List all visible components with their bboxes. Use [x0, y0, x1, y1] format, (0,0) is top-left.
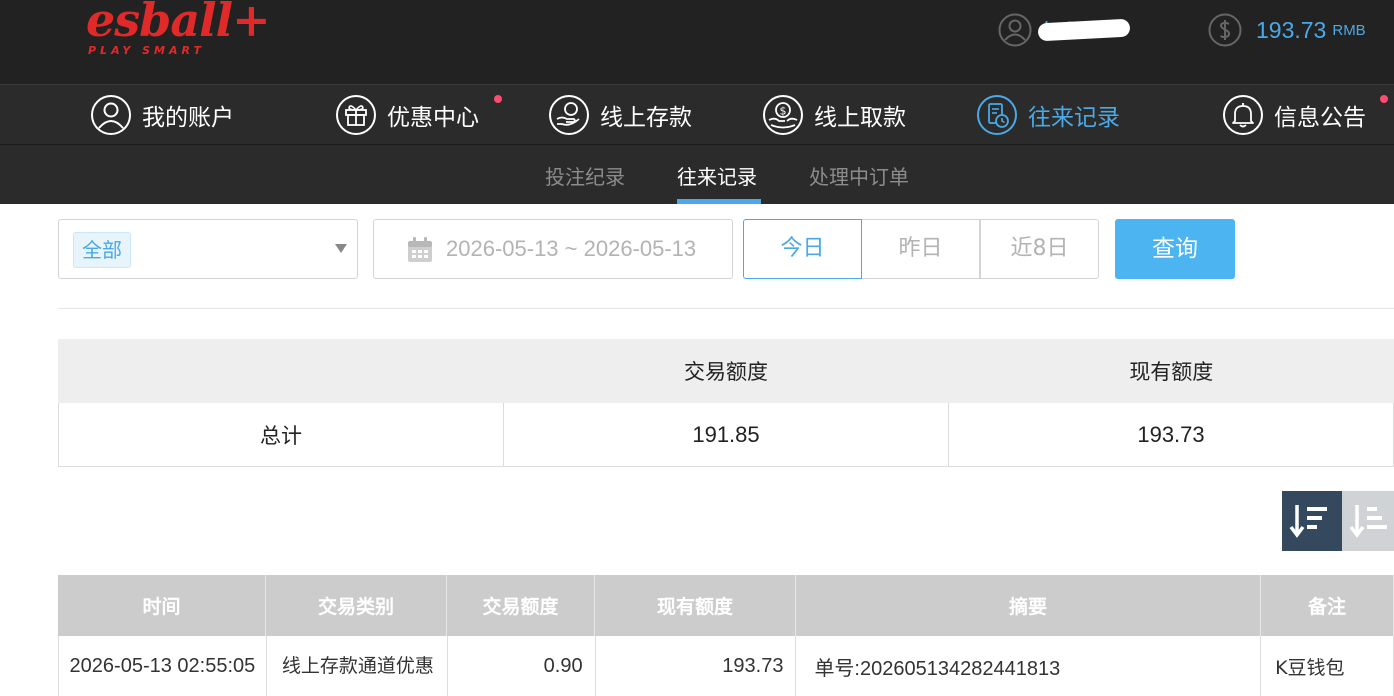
balance-currency: RMB	[1332, 21, 1366, 39]
user-account[interactable]: l··0990	[998, 12, 1131, 48]
caret-down-icon	[335, 244, 347, 253]
redaction-mark	[1037, 18, 1131, 42]
today-button[interactable]: 今日	[743, 219, 862, 279]
nav-label: 往来记录	[1028, 105, 1120, 131]
tab-transaction-records[interactable]: 往来记录	[677, 161, 757, 190]
records-table: 时间 交易类别 交易额度 现有额度 摘要 备注 2026-05-13 02:55…	[58, 575, 1394, 696]
sort-desc-icon	[1289, 505, 1327, 538]
col-amount[interactable]: 交易额度	[447, 575, 595, 636]
notification-dot	[1380, 95, 1388, 103]
category-select[interactable]: 全部	[58, 219, 358, 279]
summary-row: 总计 191.85 193.73	[58, 403, 1394, 467]
summary-header-transaction: 交易额度	[683, 360, 768, 384]
nav-item-my-account[interactable]: 我的账户	[90, 93, 234, 137]
nav-item-online-withdraw[interactable]: $ 线上取款	[762, 93, 906, 137]
query-button[interactable]: 查询	[1115, 219, 1235, 279]
brand-logo[interactable]: esball+ PLAY SMART	[86, 0, 271, 64]
nav-item-promotions[interactable]: 优惠中心	[335, 93, 502, 137]
nav-label: 线上存款	[600, 105, 692, 131]
logo-tagline: PLAY SMART	[88, 44, 205, 57]
date-range-value: 2026-05-13 ~ 2026-05-13	[446, 236, 697, 261]
top-bar: esball+ PLAY SMART l··0990 193.73 RMB	[0, 0, 1394, 84]
balance-value: 193.73	[1256, 16, 1327, 43]
username: l··0990	[1037, 17, 1131, 43]
col-balance[interactable]: 现有额度	[595, 575, 796, 636]
nav-item-online-deposit[interactable]: 线上存款	[548, 93, 692, 137]
bell-icon	[1223, 95, 1263, 135]
cell-type: 线上存款通道优惠	[267, 636, 448, 696]
summary-total-label: 总计	[59, 403, 504, 466]
divider	[58, 308, 1394, 309]
dollar-icon	[1208, 13, 1242, 47]
tab-bet-records[interactable]: 投注纪录	[545, 161, 625, 190]
gift-icon	[336, 95, 376, 135]
date-range-picker[interactable]: 2026-05-13 ~ 2026-05-13	[373, 219, 733, 279]
table-row: 2026-05-13 02:55:05 线上存款通道优惠 0.90 193.73…	[58, 636, 1394, 696]
balance-display: 193.73 RMB	[1208, 12, 1366, 48]
active-tab-underline	[677, 199, 761, 204]
tab-pending-orders[interactable]: 处理中订单	[809, 161, 909, 190]
summary-table: 交易额度 现有额度 总计 191.85 193.73	[58, 339, 1394, 467]
summary-header-current: 现有额度	[1129, 360, 1214, 384]
records-icon	[977, 95, 1017, 135]
col-time[interactable]: 时间	[58, 575, 266, 636]
col-summary[interactable]: 摘要	[796, 575, 1261, 636]
nav-label: 优惠中心	[387, 105, 479, 131]
user-circle-icon	[91, 95, 131, 135]
logo-text: esball+	[86, 0, 271, 47]
yesterday-button[interactable]: 昨日	[861, 219, 980, 279]
cell-time: 2026-05-13 02:55:05	[59, 636, 267, 696]
summary-header-blank	[58, 339, 503, 403]
cell-balance: 193.73	[596, 636, 797, 696]
nav-item-transaction-records[interactable]: 往来记录	[976, 93, 1120, 137]
col-note[interactable]: 备注	[1261, 575, 1394, 636]
user-icon	[998, 13, 1032, 47]
nav-label: 我的账户	[142, 105, 234, 131]
nav-label: 信息公告	[1274, 105, 1366, 131]
withdraw-icon: $	[763, 95, 803, 135]
sort-ascending-button[interactable]	[1342, 491, 1394, 551]
main-nav: 我的账户 优惠中心 线上存款 $ 线上取款 往来记录 信息公告	[0, 84, 1394, 145]
nav-item-announcements[interactable]: 信息公告	[1222, 93, 1388, 137]
notification-dot	[494, 95, 502, 103]
col-type[interactable]: 交易类别	[266, 575, 447, 636]
sub-nav: 投注纪录 往来记录 处理中订单	[0, 145, 1394, 204]
sort-descending-button[interactable]	[1282, 491, 1342, 551]
summary-current-value: 193.73	[949, 403, 1394, 466]
cell-summary: 单号:202605134282441813	[796, 636, 1262, 696]
summary-header: 交易额度 现有额度	[58, 339, 1394, 403]
sort-asc-icon	[1349, 505, 1387, 538]
cell-note: K豆钱包	[1261, 636, 1394, 696]
records-header: 时间 交易类别 交易额度 现有额度 摘要 备注	[58, 575, 1394, 636]
selected-category: 全部	[73, 232, 131, 268]
nav-label: 线上取款	[814, 105, 906, 131]
cell-amount: 0.90	[448, 636, 596, 696]
summary-transaction-value: 191.85	[504, 403, 949, 466]
svg-text:$: $	[780, 105, 787, 118]
last-8-days-button[interactable]: 近8日	[980, 219, 1099, 279]
calendar-icon	[408, 237, 432, 262]
deposit-icon	[549, 95, 589, 135]
